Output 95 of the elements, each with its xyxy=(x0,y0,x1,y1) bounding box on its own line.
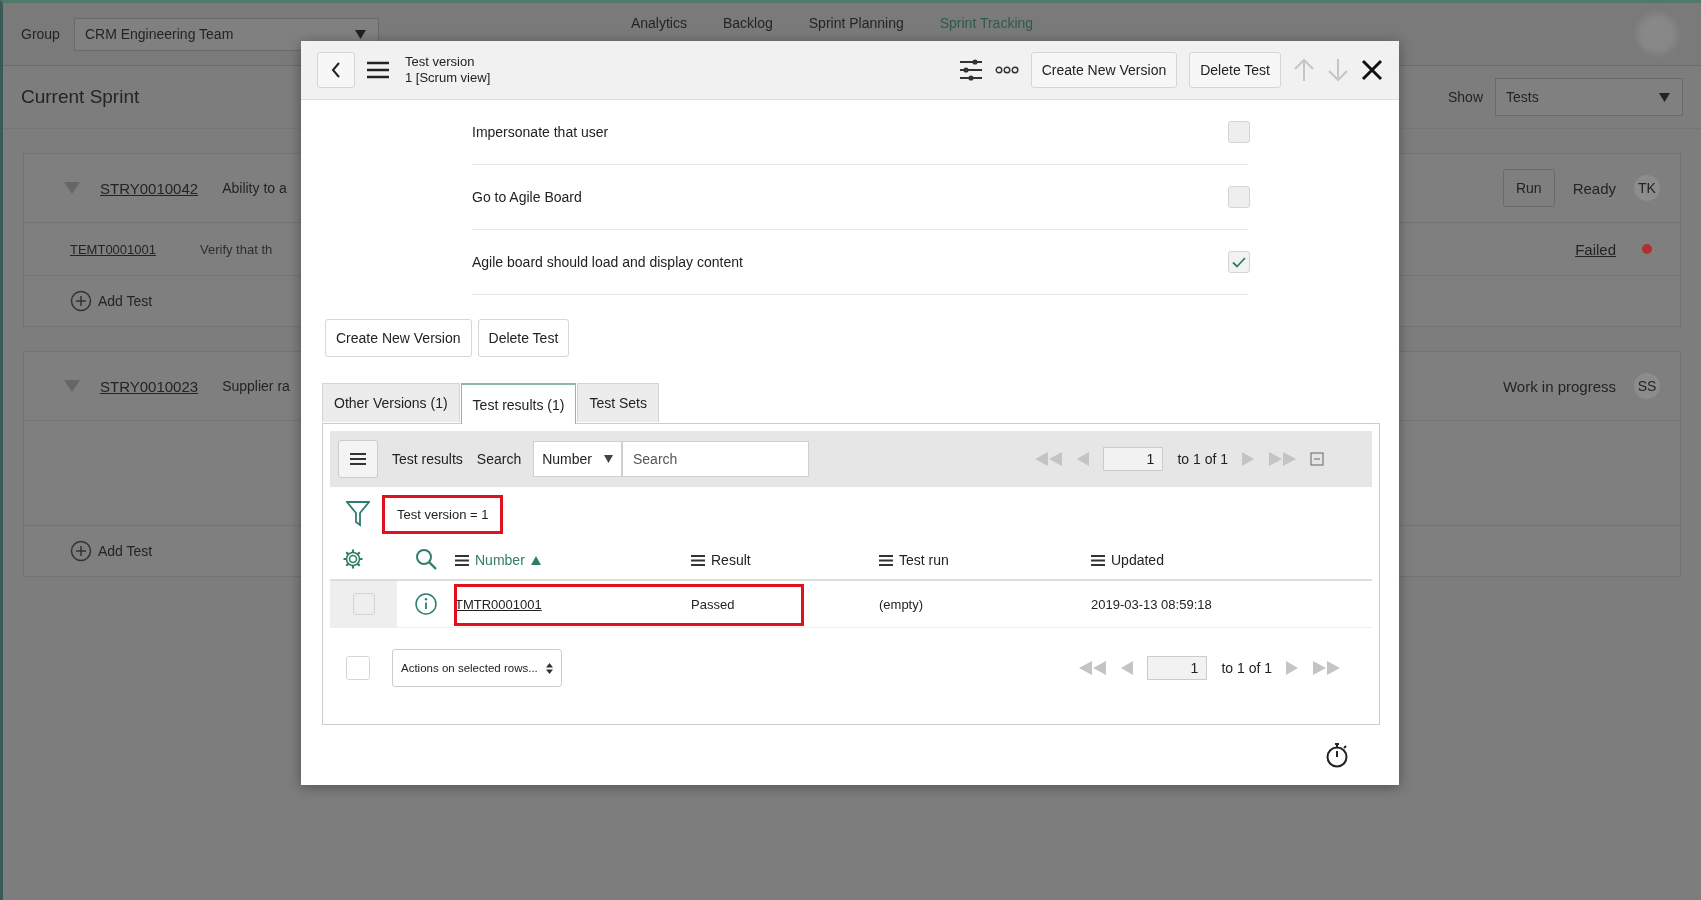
test-title: Verify that th xyxy=(200,241,273,257)
close-icon[interactable] xyxy=(1361,59,1383,81)
first-page-icon[interactable] xyxy=(1035,452,1064,466)
table-cell: 2019-03-13 08:59:18 xyxy=(1091,581,1372,628)
page-number-field[interactable]: 1 xyxy=(1147,656,1208,680)
collapse-caret-icon[interactable] xyxy=(64,182,80,194)
step-label: Go to Agile Board xyxy=(472,189,582,205)
group-label: Group xyxy=(21,26,60,42)
checkbox[interactable] xyxy=(1228,186,1250,208)
tab[interactable]: Test results (1) xyxy=(460,383,577,424)
more-options-icon[interactable] xyxy=(994,66,1019,74)
column-menu-icon[interactable] xyxy=(455,554,469,566)
dropdown-caret-icon xyxy=(354,29,366,39)
collapse-icon[interactable] xyxy=(1310,452,1324,466)
first-page-icon[interactable] xyxy=(1079,661,1108,675)
page-count: to 1 of 1 xyxy=(1177,451,1228,467)
add-icon xyxy=(70,290,92,312)
story-link[interactable]: STRY0010023 xyxy=(100,377,199,395)
action-button[interactable]: Create New Version xyxy=(325,319,472,357)
info-icon[interactable] xyxy=(415,593,437,615)
last-page-icon[interactable] xyxy=(1268,452,1296,466)
timer-icon[interactable] xyxy=(1325,742,1349,768)
modal-title: Test version xyxy=(405,54,476,70)
dropdown-caret-icon xyxy=(1659,92,1670,102)
column-header[interactable]: Test run xyxy=(879,552,1091,568)
up-arrow-icon[interactable] xyxy=(1293,58,1315,82)
nav-tab[interactable]: Sprint Planning xyxy=(808,15,904,31)
column-menu-icon[interactable] xyxy=(1091,554,1105,566)
column-header[interactable]: Updated xyxy=(1091,552,1372,568)
table-cell: (empty) xyxy=(879,581,1091,628)
step-label: Impersonate that user xyxy=(472,124,609,140)
run-button[interactable]: Run xyxy=(1502,169,1555,207)
previous-page-icon[interactable] xyxy=(1121,661,1134,675)
show-dropdown[interactable]: Tests xyxy=(1495,78,1683,116)
add-icon xyxy=(70,540,92,562)
menu-icon[interactable] xyxy=(367,61,389,79)
add-test-link[interactable]: Add Test xyxy=(70,540,153,562)
action-button[interactable]: Create New Version xyxy=(1030,52,1178,88)
previous-page-icon[interactable] xyxy=(1077,452,1090,466)
group-dropdown[interactable]: CRM Engineering Team xyxy=(73,17,379,51)
result-link[interactable]: Failed xyxy=(1575,240,1616,258)
action-button[interactable]: Delete Test xyxy=(477,319,570,357)
story-title: Supplier ra xyxy=(222,378,290,394)
menu-icon xyxy=(350,453,366,465)
select-all-checkbox[interactable] xyxy=(346,656,370,680)
search-field[interactable]: Search xyxy=(621,441,809,477)
page-count: to 1 of 1 xyxy=(1221,660,1272,676)
list-title: Test results xyxy=(392,451,463,467)
last-page-icon[interactable] xyxy=(1312,661,1340,675)
back-icon xyxy=(331,62,341,78)
tab[interactable]: Test Sets xyxy=(577,383,659,422)
tab[interactable]: Other Versions (1) xyxy=(322,383,460,422)
actions-dropdown[interactable]: Actions on selected rows... xyxy=(392,649,562,687)
search-field-dropdown[interactable]: Number xyxy=(533,441,622,477)
column-menu-icon[interactable] xyxy=(691,554,705,566)
add-test-link[interactable]: Add Test xyxy=(70,290,153,312)
filter-icon[interactable] xyxy=(346,501,370,527)
story-title: Ability to a xyxy=(222,180,287,196)
search-label: Search xyxy=(476,451,522,467)
column-header[interactable]: Result xyxy=(691,552,879,568)
nav-tab[interactable]: Backlog xyxy=(722,15,773,31)
checkbox[interactable] xyxy=(1228,251,1250,273)
assignee-avatar: SS xyxy=(1634,373,1660,399)
column-menu-icon[interactable] xyxy=(879,554,893,566)
column-header[interactable]: Number xyxy=(455,552,691,568)
check-icon xyxy=(1232,256,1246,268)
sort-ascending-icon xyxy=(530,555,541,565)
up-down-caret-icon xyxy=(545,662,553,674)
next-page-icon[interactable] xyxy=(1242,452,1254,466)
settings-sliders-icon[interactable] xyxy=(958,58,983,82)
nav-tab[interactable]: Analytics xyxy=(630,15,687,31)
checkbox[interactable] xyxy=(1228,121,1250,143)
list-menu-button[interactable] xyxy=(338,440,378,478)
dropdown-caret-icon xyxy=(603,455,613,463)
test-link[interactable]: TEMT0001001 xyxy=(70,241,156,257)
page-number-field[interactable]: 1 xyxy=(1103,447,1164,471)
collapse-caret-icon[interactable] xyxy=(64,380,80,392)
settings-icon[interactable] xyxy=(342,547,364,570)
story-state: Work in progress xyxy=(1502,377,1616,395)
story-state: Ready xyxy=(1572,179,1616,197)
action-button[interactable]: Delete Test xyxy=(1189,52,1281,88)
modal-subtitle: 1 [Scrum view] xyxy=(405,70,491,86)
step-label: Agile board should load and display content xyxy=(472,254,743,270)
page-title: Current Sprint xyxy=(21,86,140,108)
record-link[interactable]: TMTR0001001 xyxy=(455,596,542,612)
search-icon[interactable] xyxy=(415,547,437,570)
table-cell: Passed xyxy=(691,581,879,628)
back-button[interactable] xyxy=(317,52,355,88)
story-link[interactable]: STRY0010042 xyxy=(100,179,199,197)
next-page-icon[interactable] xyxy=(1286,661,1298,675)
row-checkbox[interactable] xyxy=(352,593,375,615)
filter-condition[interactable]: Test version = 1 xyxy=(382,494,504,534)
show-label: Show xyxy=(1447,89,1483,105)
down-arrow-icon[interactable] xyxy=(1327,58,1349,82)
assignee-avatar: TK xyxy=(1634,175,1660,201)
